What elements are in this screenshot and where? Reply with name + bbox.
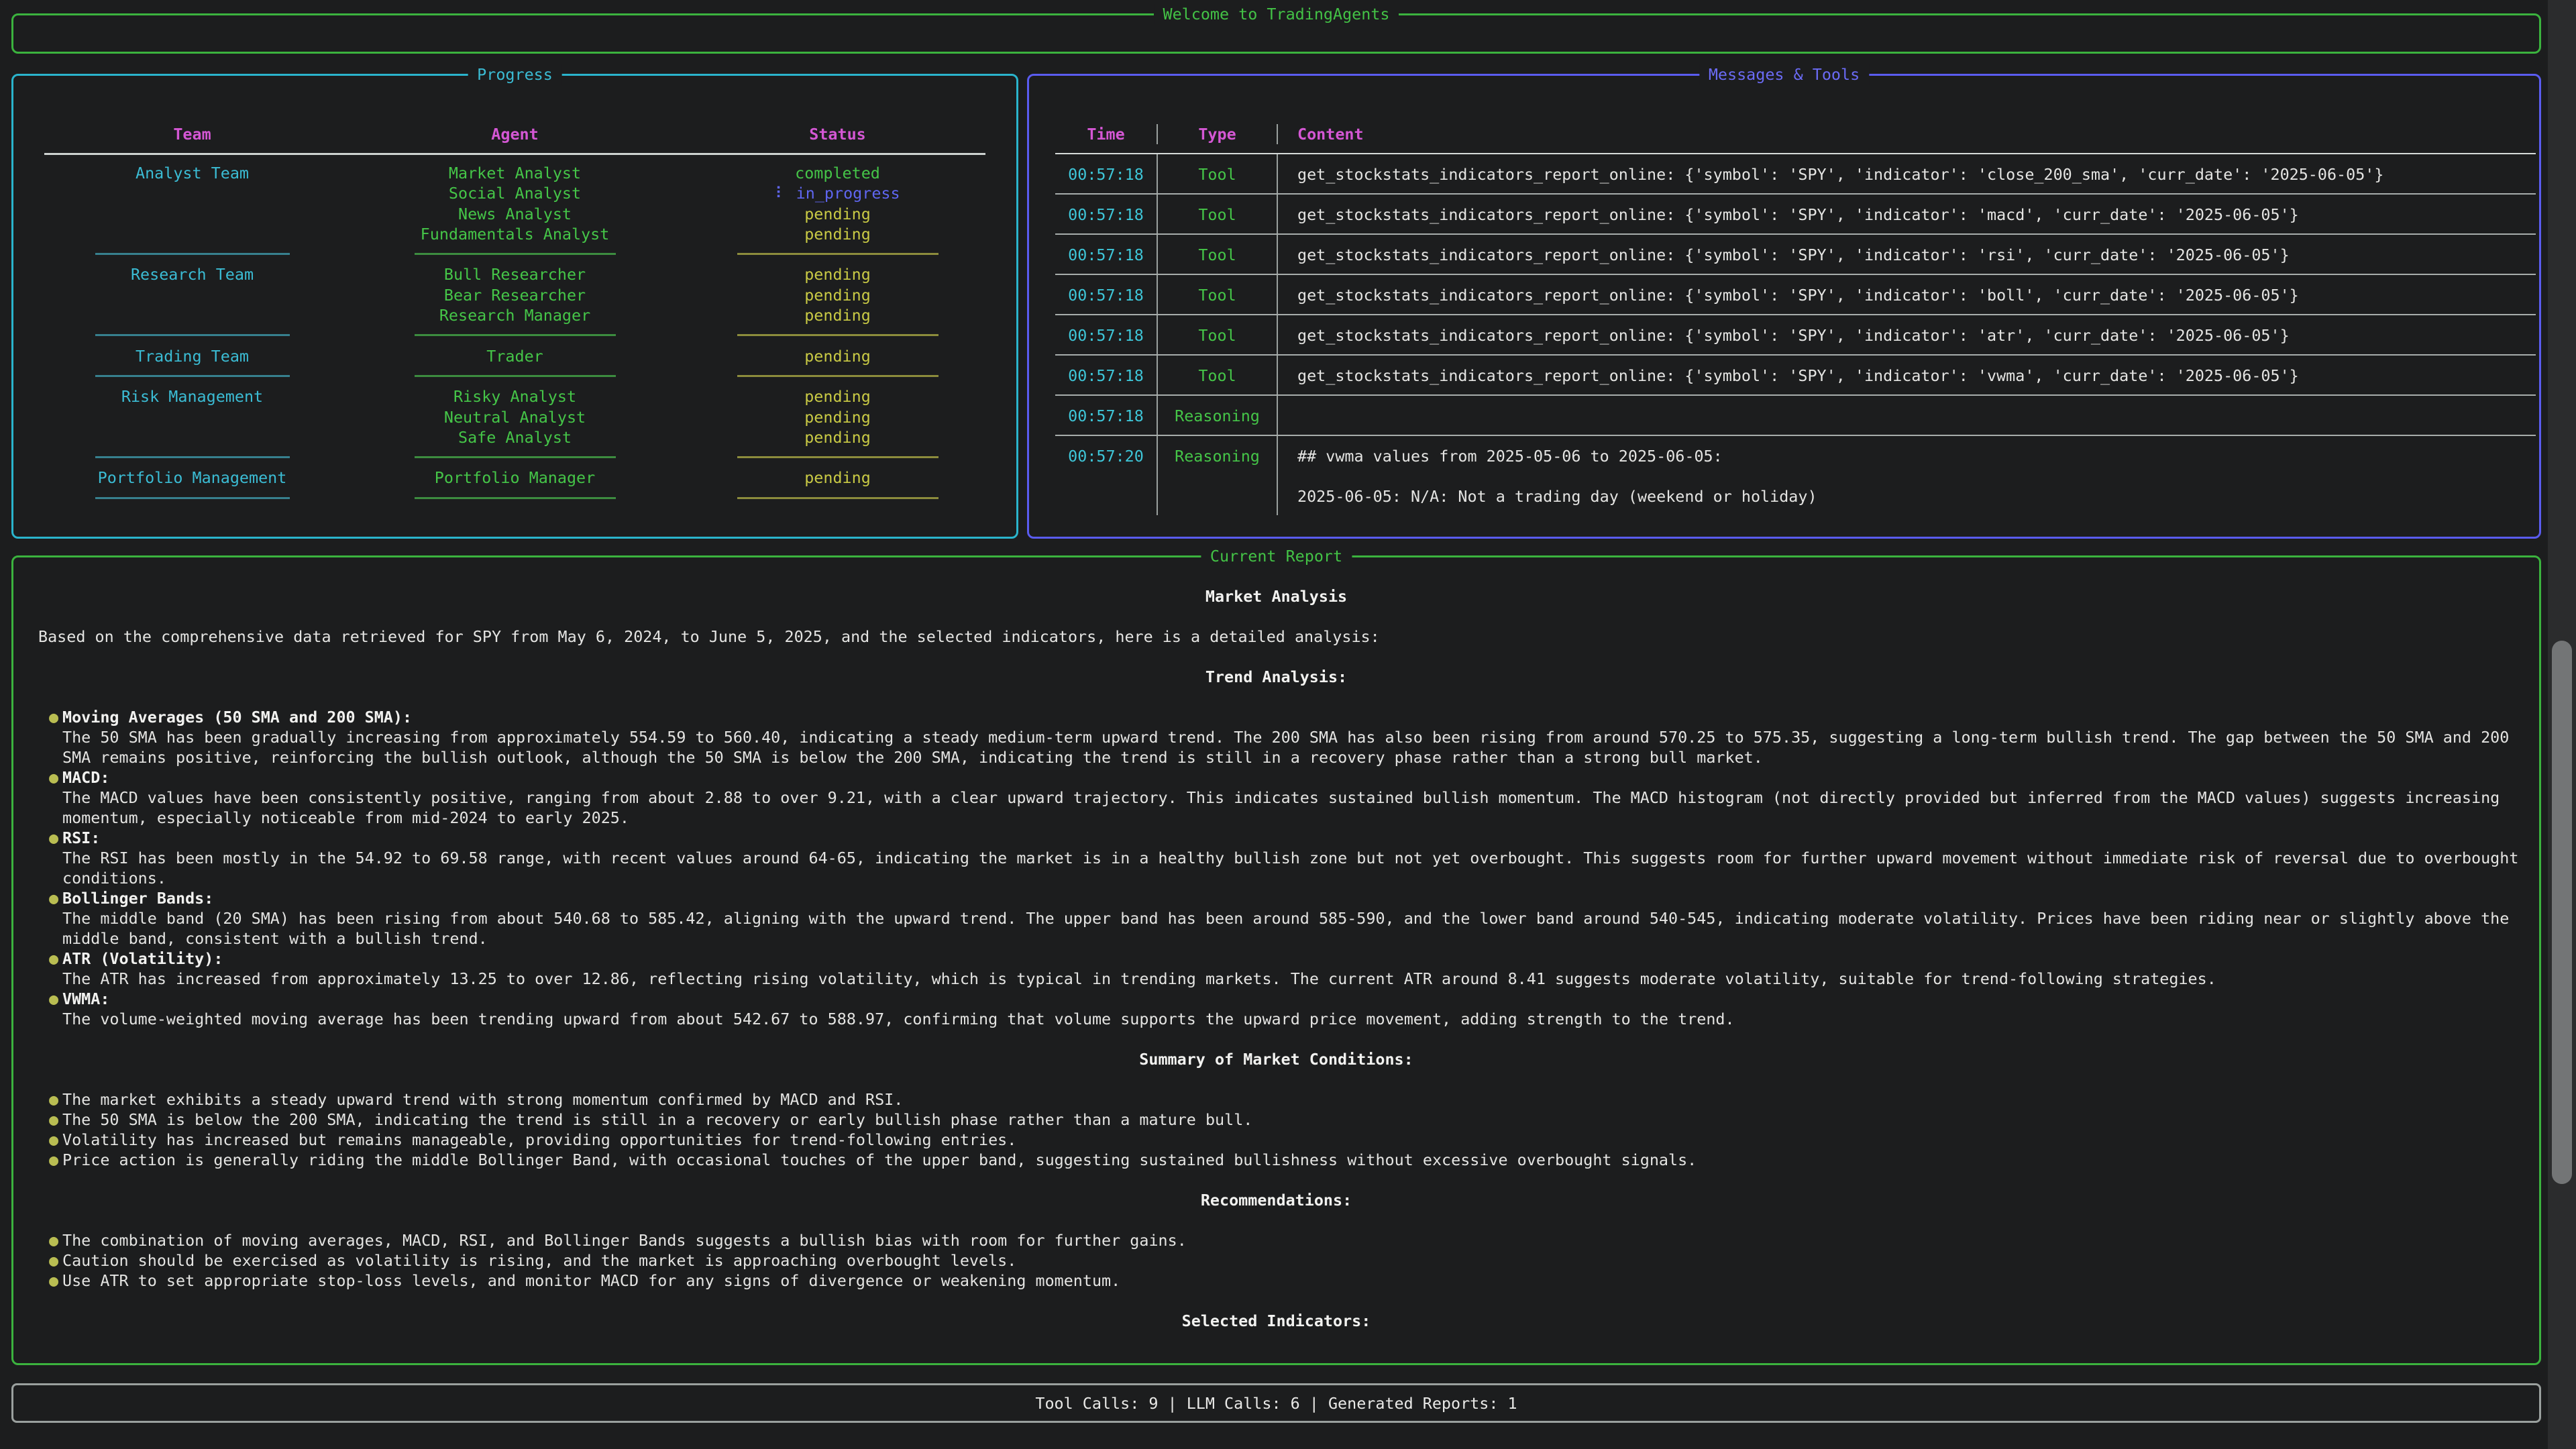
progress-panel-title: Progress	[468, 64, 562, 85]
table-row: Research Team Bull Researcher pending	[31, 264, 999, 284]
list-item: ●Bollinger Bands:	[13, 888, 2539, 908]
list-item: ●MACD:	[13, 767, 2539, 788]
list-item: ●VWMA:	[13, 989, 2539, 1009]
status-badge: pending	[676, 468, 999, 488]
table-row: 00:57:18 Tool get_stockstats_indicators_…	[1055, 274, 2536, 314]
messages-panel: Messages & Tools Time Type Content 00:57…	[1027, 74, 2541, 539]
bullet-icon: ●	[49, 707, 58, 727]
bullet-icon: ●	[49, 1271, 58, 1291]
list-item: ●Volatility has increased but remains ma…	[13, 1130, 2539, 1150]
spinner-icon: ⠇	[775, 184, 786, 203]
group-separator	[31, 447, 999, 468]
table-row: Trading Team Trader pending	[31, 346, 999, 366]
table-row: Analyst Team Market Analyst completed	[31, 163, 999, 183]
group-separator	[31, 325, 999, 345]
bullet-icon: ●	[49, 1089, 58, 1110]
table-row: Portfolio Management Portfolio Manager p…	[31, 468, 999, 488]
table-row: Fundamentals Analyst pending	[31, 224, 999, 244]
section-heading: Recommendations:	[13, 1190, 2539, 1210]
welcome-panel: Welcome to TradingAgents	[11, 13, 2541, 54]
list-item: ●The combination of moving averages, MAC…	[13, 1230, 2539, 1250]
bullet-icon: ●	[49, 888, 58, 908]
group-separator	[31, 244, 999, 264]
status-badge: pending	[676, 285, 999, 305]
terminal-screen: Welcome to TradingAgents Progress Team A…	[0, 0, 2576, 1449]
progress-col-team: Team	[31, 124, 354, 144]
status-badge: pending	[676, 204, 999, 224]
bullet-icon: ●	[49, 1250, 58, 1271]
table-row: Bear Researcher pending	[31, 285, 999, 305]
list-item: ●Caution should be exercised as volatili…	[13, 1250, 2539, 1271]
table-row: 00:57:18 Tool get_stockstats_indicators_…	[1055, 193, 2536, 233]
status-badge: pending	[676, 305, 999, 325]
bullet-icon: ●	[49, 767, 58, 788]
messages-table: Time Type Content 00:57:18 Tool get_stoc…	[1055, 124, 2536, 515]
bullet-icon: ●	[49, 828, 58, 848]
scrollbar-thumb[interactable]	[2552, 641, 2572, 1184]
messages-col-time: Time	[1055, 124, 1158, 144]
progress-panel: Progress Team Agent Status Analyst Team …	[11, 74, 1018, 539]
messages-col-type: Type	[1158, 124, 1278, 144]
report-heading: Market Analysis	[13, 586, 2539, 606]
bullet-icon: ●	[49, 1230, 58, 1250]
table-row: 00:57:18 Tool get_stockstats_indicators_…	[1055, 314, 2536, 354]
table-row: Neutral Analyst pending	[31, 407, 999, 427]
status-badge: completed	[676, 163, 999, 183]
table-row: Research Manager pending	[31, 305, 999, 325]
stats-bar-text: Tool Calls: 9 | LLM Calls: 6 | Generated…	[1035, 1393, 1517, 1413]
scrollbar-track[interactable]	[2548, 0, 2576, 1449]
report-panel: Current Report Market Analysis Based on …	[11, 555, 2541, 1365]
group-separator	[31, 488, 999, 508]
table-row: 00:57:18 Tool get_stockstats_indicators_…	[1055, 354, 2536, 394]
section-heading: Selected Indicators:	[13, 1311, 2539, 1331]
status-badge: ⠇ in_progress	[676, 183, 999, 203]
list-item: ●The market exhibits a steady upward tre…	[13, 1089, 2539, 1110]
messages-table-header: Time Type Content	[1055, 124, 2536, 144]
progress-table-header: Team Agent Status	[31, 124, 999, 144]
list-item: ●Moving Averages (50 SMA and 200 SMA):	[13, 707, 2539, 727]
group-separator	[31, 366, 999, 386]
status-badge: pending	[676, 427, 999, 447]
list-item: ●The 50 SMA is below the 200 SMA, indica…	[13, 1110, 2539, 1130]
bullet-icon: ●	[49, 1130, 58, 1150]
table-row: 00:57:18 Tool get_stockstats_indicators_…	[1055, 153, 2536, 193]
status-badge: pending	[676, 386, 999, 407]
table-row: 00:57:18 Tool get_stockstats_indicators_…	[1055, 233, 2536, 274]
section-heading: Summary of Market Conditions:	[13, 1049, 2539, 1069]
list-item: ●RSI:	[13, 828, 2539, 848]
welcome-title: Welcome to TradingAgents	[1154, 4, 1399, 24]
bullet-icon: ●	[49, 1150, 58, 1170]
status-badge: pending	[676, 224, 999, 244]
progress-col-status: Status	[676, 124, 999, 144]
status-badge: pending	[676, 346, 999, 366]
table-row: 00:57:18 Reasoning	[1055, 394, 2536, 435]
stats-bar: Tool Calls: 9 | LLM Calls: 6 | Generated…	[11, 1383, 2541, 1423]
section-heading: Trend Analysis:	[13, 667, 2539, 687]
progress-header-underline	[31, 144, 999, 163]
status-badge: pending	[676, 264, 999, 284]
table-row: Safe Analyst pending	[31, 427, 999, 447]
list-item: ●Price action is generally riding the mi…	[13, 1150, 2539, 1170]
list-item: ●ATR (Volatility):	[13, 949, 2539, 969]
messages-col-content: Content	[1278, 124, 2536, 144]
progress-col-agent: Agent	[354, 124, 676, 144]
table-row: News Analyst pending	[31, 204, 999, 224]
bullet-icon: ●	[49, 989, 58, 1009]
table-row: Risk Management Risky Analyst pending	[31, 386, 999, 407]
bullet-icon: ●	[49, 1110, 58, 1130]
table-row: 00:57:20 Reasoning ## vwma values from 2…	[1055, 435, 2536, 515]
status-badge: pending	[676, 407, 999, 427]
bullet-icon: ●	[49, 949, 58, 969]
report-intro: Based on the comprehensive data retrieve…	[13, 627, 2539, 647]
progress-table: Team Agent Status Analyst Team Market An…	[31, 124, 999, 508]
list-item: ●Use ATR to set appropriate stop-loss le…	[13, 1271, 2539, 1291]
messages-panel-title: Messages & Tools	[1699, 64, 1869, 85]
table-row: Social Analyst ⠇ in_progress	[31, 183, 999, 203]
report-panel-title: Current Report	[1201, 546, 1352, 566]
report-body: Market Analysis Based on the comprehensi…	[13, 557, 2539, 1331]
